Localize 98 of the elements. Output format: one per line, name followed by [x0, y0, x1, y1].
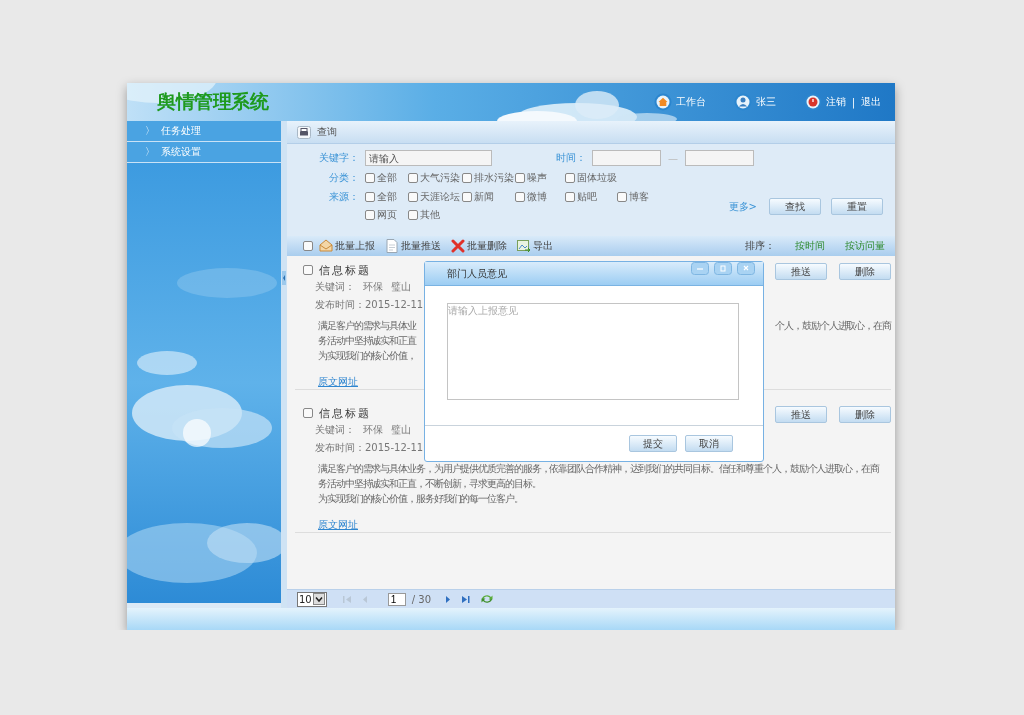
toolbar-action[interactable]: 批量上报 [319, 239, 375, 253]
power-icon [803, 93, 822, 111]
checkbox[interactable] [565, 192, 575, 202]
source-link[interactable]: 原文网址 [318, 375, 358, 389]
delete-icon [451, 239, 465, 253]
checkbox[interactable] [408, 192, 418, 202]
item-button[interactable]: 推送 [775, 263, 827, 280]
date-field[interactable] [592, 150, 661, 166]
report-icon [319, 239, 333, 253]
dropdown-icon [312, 593, 325, 605]
item-button[interactable]: 删除 [839, 406, 891, 423]
close-icon[interactable] [737, 262, 755, 275]
checkbox-label: 新闻 [474, 190, 494, 204]
field-label: 关键字： [318, 151, 360, 165]
field-label: 时间： [555, 151, 587, 165]
export-icon [517, 239, 531, 253]
checkbox-label: 博客 [629, 190, 649, 204]
exit-link[interactable]: 退出 [861, 95, 881, 109]
dialog-button[interactable]: 提交 [629, 435, 677, 452]
checkbox[interactable] [408, 210, 418, 220]
meta-label: 发布时间： [315, 299, 365, 310]
publish-date: 2015-12-11 [365, 442, 424, 453]
meta-label: 发布时间： [315, 442, 365, 453]
last-page-icon[interactable] [461, 594, 470, 604]
checkbox-label: 网页 [377, 208, 397, 222]
checkbox-label: 天涯论坛 [420, 190, 460, 204]
description-text: 务活动中坚持诚实和正直 [318, 334, 416, 348]
comment-field[interactable]: 请输入上报意见 [447, 303, 739, 400]
checkbox[interactable] [303, 241, 313, 251]
page-field[interactable]: 1 [387, 592, 406, 606]
field-label: 来源： [328, 190, 360, 204]
source-link[interactable]: 原文网址 [318, 518, 358, 532]
checkbox-label: 噪声 [527, 171, 547, 185]
item-button[interactable]: 删除 [839, 263, 891, 280]
checkbox-label: 全部 [377, 190, 397, 204]
home-icon [653, 93, 672, 111]
checkbox-label: 微博 [527, 190, 547, 204]
checkbox-label: 排水污染 [474, 171, 514, 185]
keyword-field[interactable]: 请输入 [365, 150, 492, 166]
meta-label: 关键词： [315, 424, 355, 435]
description-text: 务活动中坚持诚实和正直，不断创新，寻求更高的目标。 [318, 477, 541, 491]
checkbox[interactable] [408, 173, 418, 183]
checkbox[interactable] [462, 192, 472, 202]
dialog-title: 部门人员意见 [447, 266, 507, 281]
keyword: 璧山 [391, 424, 411, 435]
checkbox[interactable] [617, 192, 627, 202]
checkbox[interactable] [303, 265, 313, 275]
item-title: 信息标题 [319, 405, 371, 421]
description-text: 满足客户的需求与具体业 [318, 319, 416, 333]
toolbar-action[interactable]: 批量删除 [451, 239, 507, 253]
checkbox[interactable] [365, 210, 375, 220]
toolbar-action[interactable]: 批量推送 [385, 239, 441, 253]
keyword: 环保 [363, 281, 383, 292]
logo: 舆情管理系统 [157, 89, 268, 114]
collapse-handle-icon[interactable] [282, 271, 286, 285]
nav-link[interactable]: 张三 [729, 93, 780, 111]
page-size-select[interactable]: 10 [297, 591, 327, 607]
logout-link[interactable]: 注销 [825, 95, 846, 109]
description-text: 为实现我们的核心价值， [318, 349, 416, 363]
description-text: 个人，鼓励个人进取心，在商 [775, 319, 891, 333]
checkbox-label: 固体垃圾 [577, 171, 617, 185]
checkbox-label: 全部 [377, 171, 397, 185]
keyword: 环保 [363, 424, 383, 435]
panel-title: 查询 [317, 125, 337, 139]
maximize-icon[interactable] [714, 262, 732, 275]
checkbox[interactable] [515, 192, 525, 202]
item-title: 信息标题 [319, 262, 371, 278]
page-total: / 30 [411, 593, 431, 605]
checkbox[interactable] [515, 173, 525, 183]
document-icon [385, 239, 399, 253]
separator: | [851, 96, 855, 108]
checkbox-label: 贴吧 [577, 190, 597, 204]
date-field[interactable] [685, 150, 754, 166]
user-icon [733, 93, 752, 111]
field-label: 分类： [328, 171, 360, 185]
checkbox-label: 大气污染 [420, 171, 460, 185]
checkbox[interactable] [303, 408, 313, 418]
dialog-button[interactable]: 取消 [685, 435, 733, 452]
checkbox-label: 其他 [420, 208, 440, 222]
meta-label: 关键词： [315, 281, 355, 292]
publish-date: 2015-12-11 [365, 299, 424, 310]
refresh-icon[interactable] [480, 593, 494, 605]
checkbox[interactable] [365, 192, 375, 202]
minimize-icon[interactable] [691, 262, 709, 275]
sort-label: 排序： [745, 239, 775, 253]
query-button[interactable]: 查找 [769, 198, 821, 215]
query-button[interactable]: 重置 [831, 198, 883, 215]
dash: — [668, 152, 678, 164]
checkbox[interactable] [365, 173, 375, 183]
toolbar-action[interactable]: 导出 [517, 239, 553, 253]
checkbox[interactable] [462, 173, 472, 183]
checkbox[interactable] [565, 173, 575, 183]
keyword: 璧山 [391, 281, 411, 292]
next-page-icon[interactable] [445, 594, 451, 604]
printer-icon [297, 125, 311, 139]
item-button[interactable]: 推送 [775, 406, 827, 423]
description-text: 为实现我们的核心价值，服务好我们的每一位客户。 [318, 492, 523, 506]
description-text: 满足客户的需求与具体业务，为用户提供优质完善的服务，依靠团队合作精神，达到我们的共同目标。信任和尊重个人，鼓励个人进取心，在商 [318, 462, 879, 476]
